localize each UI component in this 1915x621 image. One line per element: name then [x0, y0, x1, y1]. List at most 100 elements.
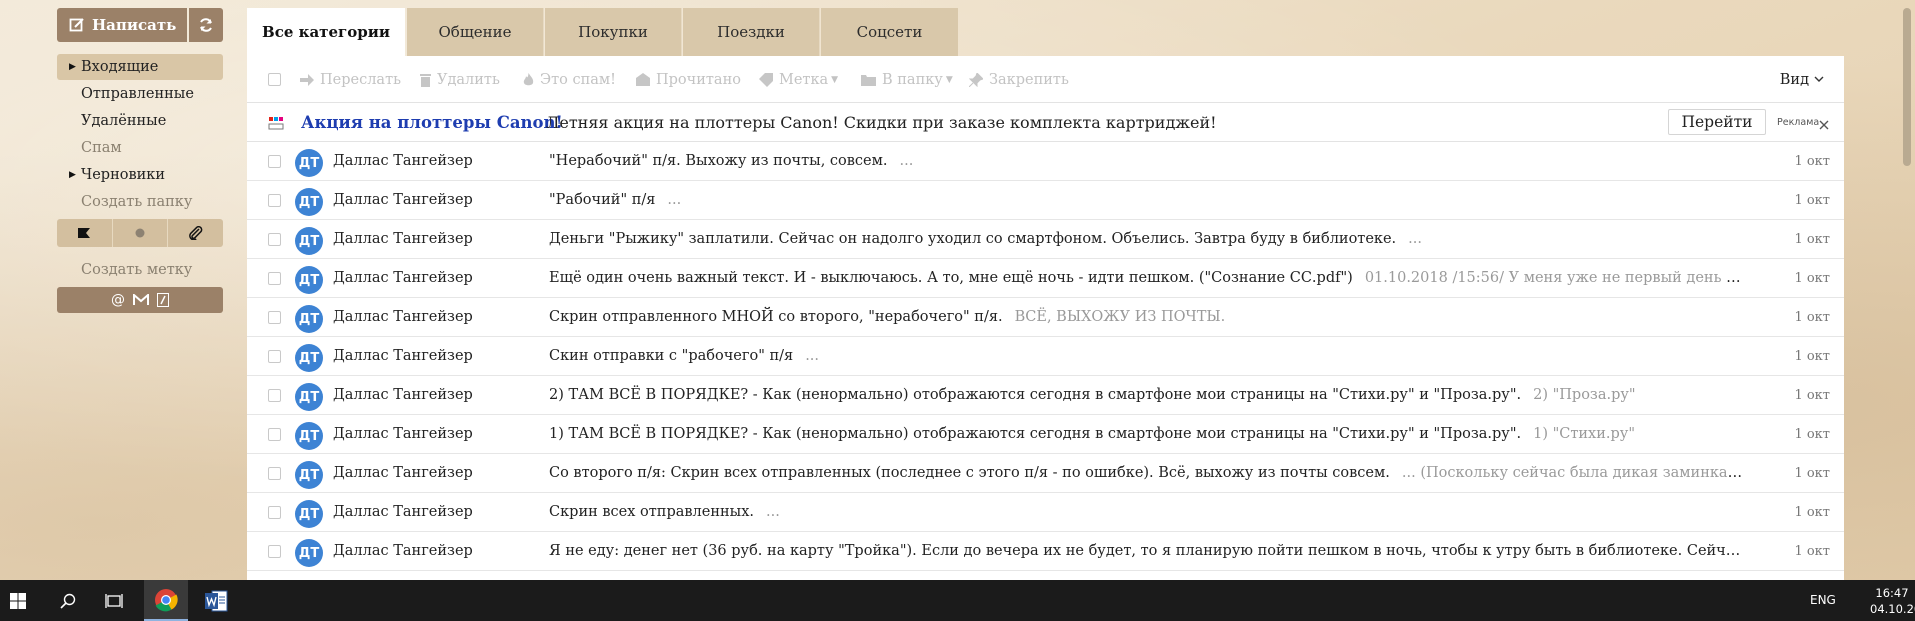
avatar[interactable]: ДТ [295, 266, 323, 294]
avatar[interactable]: ДТ [295, 344, 323, 372]
windows-start-button[interactable] [0, 580, 36, 621]
search-button[interactable] [48, 580, 88, 621]
avatar[interactable]: ДТ [295, 539, 323, 567]
scrollbar[interactable] [1899, 0, 1915, 580]
compose-label: Написать [92, 16, 177, 34]
tab-trips[interactable]: Поездки [683, 8, 820, 56]
pin-label: Закрепить [989, 71, 1069, 88]
message-subject[interactable]: Деньги "Рыжику" заплатили. Сейчас он над… [549, 220, 1744, 259]
avatar[interactable]: ДТ [295, 461, 323, 489]
search-icon [60, 593, 76, 609]
avatar[interactable]: ДТ [295, 149, 323, 177]
pin-button[interactable]: Закрепить [969, 56, 1069, 103]
expand-arrow-icon[interactable]: ▶ [69, 54, 76, 80]
at-icon[interactable]: @ [111, 292, 125, 308]
message-subject[interactable]: 2) ТАМ ВСЁ В ПОРЯДКЕ? - Как (ненормально… [549, 376, 1744, 415]
tab-social[interactable]: Соцсети [821, 8, 958, 56]
folder-label: Входящие [81, 59, 159, 75]
folder-deleted[interactable]: Удалённые [57, 108, 223, 134]
scrollbar-thumb[interactable] [1903, 8, 1911, 166]
preview-text: 2) "Проза.ру" [1533, 387, 1636, 403]
delete-button[interactable]: Удалить [420, 56, 500, 103]
create-folder-link[interactable]: Создать папку [57, 189, 223, 215]
message-checkbox[interactable] [268, 233, 281, 246]
slash-icon[interactable] [157, 293, 169, 307]
attachment-filter[interactable] [168, 219, 223, 247]
message-subject[interactable]: "Нерабочий" п/я. Выхожу из почты, совсем… [549, 142, 1744, 181]
dot-icon [135, 228, 145, 238]
message-date: 1 окт [1794, 505, 1830, 520]
avatar[interactable]: ДТ [295, 422, 323, 450]
avatar[interactable]: ДТ [295, 188, 323, 216]
message-row[interactable]: ДТ Даллас Тангейзер Скрин отправленного МН… [247, 298, 1844, 337]
spam-button[interactable]: Это спам! [523, 56, 616, 103]
message-subject[interactable]: Скин отправки с "рабочего" п/я... [549, 337, 1744, 376]
message-subject[interactable]: Я не еду: денег нет (36 руб. на карту "Т… [549, 532, 1744, 571]
refresh-button[interactable] [189, 8, 223, 42]
paperclip-icon [188, 226, 202, 240]
flag-filter[interactable] [57, 219, 113, 247]
message-row[interactable]: ДТ Даллас Тангейзер "Нерабочий" п/я. Выхож… [247, 142, 1844, 181]
message-checkbox[interactable] [268, 272, 281, 285]
message-subject[interactable]: Со второго п/я: Скрин всех отправленных … [549, 454, 1744, 493]
message-subject[interactable]: 1) ТАМ ВСЁ В ПОРЯДКЕ? - Как (ненормально… [549, 415, 1744, 454]
avatar[interactable]: ДТ [295, 383, 323, 411]
message-checkbox[interactable] [268, 389, 281, 402]
unread-filter[interactable] [113, 219, 169, 247]
move-button[interactable]: В папку ▼ [861, 56, 953, 103]
message-row[interactable]: ДТ Даллас Тангейзер 1) ТАМ ВСЁ В ПОРЯДКЕ? … [247, 415, 1844, 454]
folder-inbox[interactable]: ▶ Входящие [57, 54, 223, 80]
close-icon[interactable] [1818, 116, 1830, 130]
expand-arrow-icon[interactable]: ▶ [69, 162, 76, 188]
message-date: 1 окт [1794, 466, 1830, 481]
pin-icon [969, 72, 983, 87]
message-checkbox[interactable] [268, 467, 281, 480]
forward-button[interactable]: Переслать [300, 56, 401, 103]
message-row[interactable]: ДТ Даллас Тангейзер "Рабочий" п/я... 1 окт [247, 181, 1844, 220]
avatar[interactable]: ДТ [295, 305, 323, 333]
message-checkbox[interactable] [268, 350, 281, 363]
message-checkbox[interactable] [268, 428, 281, 441]
ad-go-button[interactable]: Перейти [1668, 109, 1766, 135]
taskbar-chrome[interactable] [144, 580, 188, 621]
message-toolbar: Переслать Удалить Это спам! Прочитано Ме… [247, 56, 1844, 103]
message-row[interactable]: ДТ Даллас Тангейзер Со второго п/я: Скрин … [247, 454, 1844, 493]
compose-button[interactable]: Написать [57, 8, 187, 42]
ad-title[interactable]: Акция на плоттеры Canon! [301, 103, 563, 142]
message-checkbox[interactable] [268, 155, 281, 168]
message-subject[interactable]: "Рабочий" п/я... [549, 181, 1744, 220]
message-row[interactable]: ДТ Даллас Тангейзер Скрин всех отправленны… [247, 493, 1844, 532]
language-indicator[interactable]: ENG [1810, 580, 1836, 621]
mark-read-button[interactable]: Прочитано [636, 56, 741, 103]
message-checkbox[interactable] [268, 194, 281, 207]
ad-banner[interactable]: Акция на плоттеры Canon! Летняя акция на… [247, 103, 1844, 142]
create-label-link[interactable]: Создать метку [57, 257, 223, 283]
taskbar-word[interactable] [194, 580, 238, 621]
message-subject[interactable]: Скрин всех отправленных.... [549, 493, 1744, 532]
avatar[interactable]: ДТ [295, 500, 323, 528]
message-row[interactable]: ДТ Даллас Тангейзер Скин отправки с "рабоч… [247, 337, 1844, 376]
avatar[interactable]: ДТ [295, 227, 323, 255]
tab-shopping[interactable]: Покупки [545, 8, 682, 56]
message-checkbox[interactable] [268, 506, 281, 519]
message-row[interactable]: ДТ Даллас Тангейзер Ещё один очень важный … [247, 259, 1844, 298]
clock[interactable]: 16:47 04.10.2018 [1870, 585, 1915, 617]
gmail-icon[interactable] [133, 294, 149, 306]
view-dropdown[interactable]: Вид [1780, 56, 1824, 103]
folder-drafts[interactable]: ▶ Черновики [57, 162, 223, 188]
message-subject[interactable]: Скрин отправленного МНОЙ со второго, "не… [549, 298, 1744, 337]
task-view-button[interactable] [94, 580, 134, 621]
select-all-checkbox[interactable] [268, 56, 281, 103]
folder-sent[interactable]: Отправленные [57, 81, 223, 107]
message-row[interactable]: ДТ Даллас Тангейзер 2) ТАМ ВСЁ В ПОРЯДКЕ? … [247, 376, 1844, 415]
tab-all-categories[interactable]: Все категории [247, 8, 405, 56]
sender-name: Даллас Тангейзер [333, 465, 473, 481]
tab-communication[interactable]: Общение [407, 8, 544, 56]
message-row[interactable]: ДТ Даллас Тангейзер Я не еду: денег нет (3… [247, 532, 1844, 571]
message-checkbox[interactable] [268, 545, 281, 558]
folder-spam[interactable]: Спам [57, 135, 223, 161]
message-subject[interactable]: Ещё один очень важный текст. И - выключа… [549, 259, 1744, 298]
message-row[interactable]: ДТ Даллас Тангейзер Деньги "Рыжику" заплат… [247, 220, 1844, 259]
label-button[interactable]: Метка ▼ [759, 56, 838, 103]
message-checkbox[interactable] [268, 311, 281, 324]
